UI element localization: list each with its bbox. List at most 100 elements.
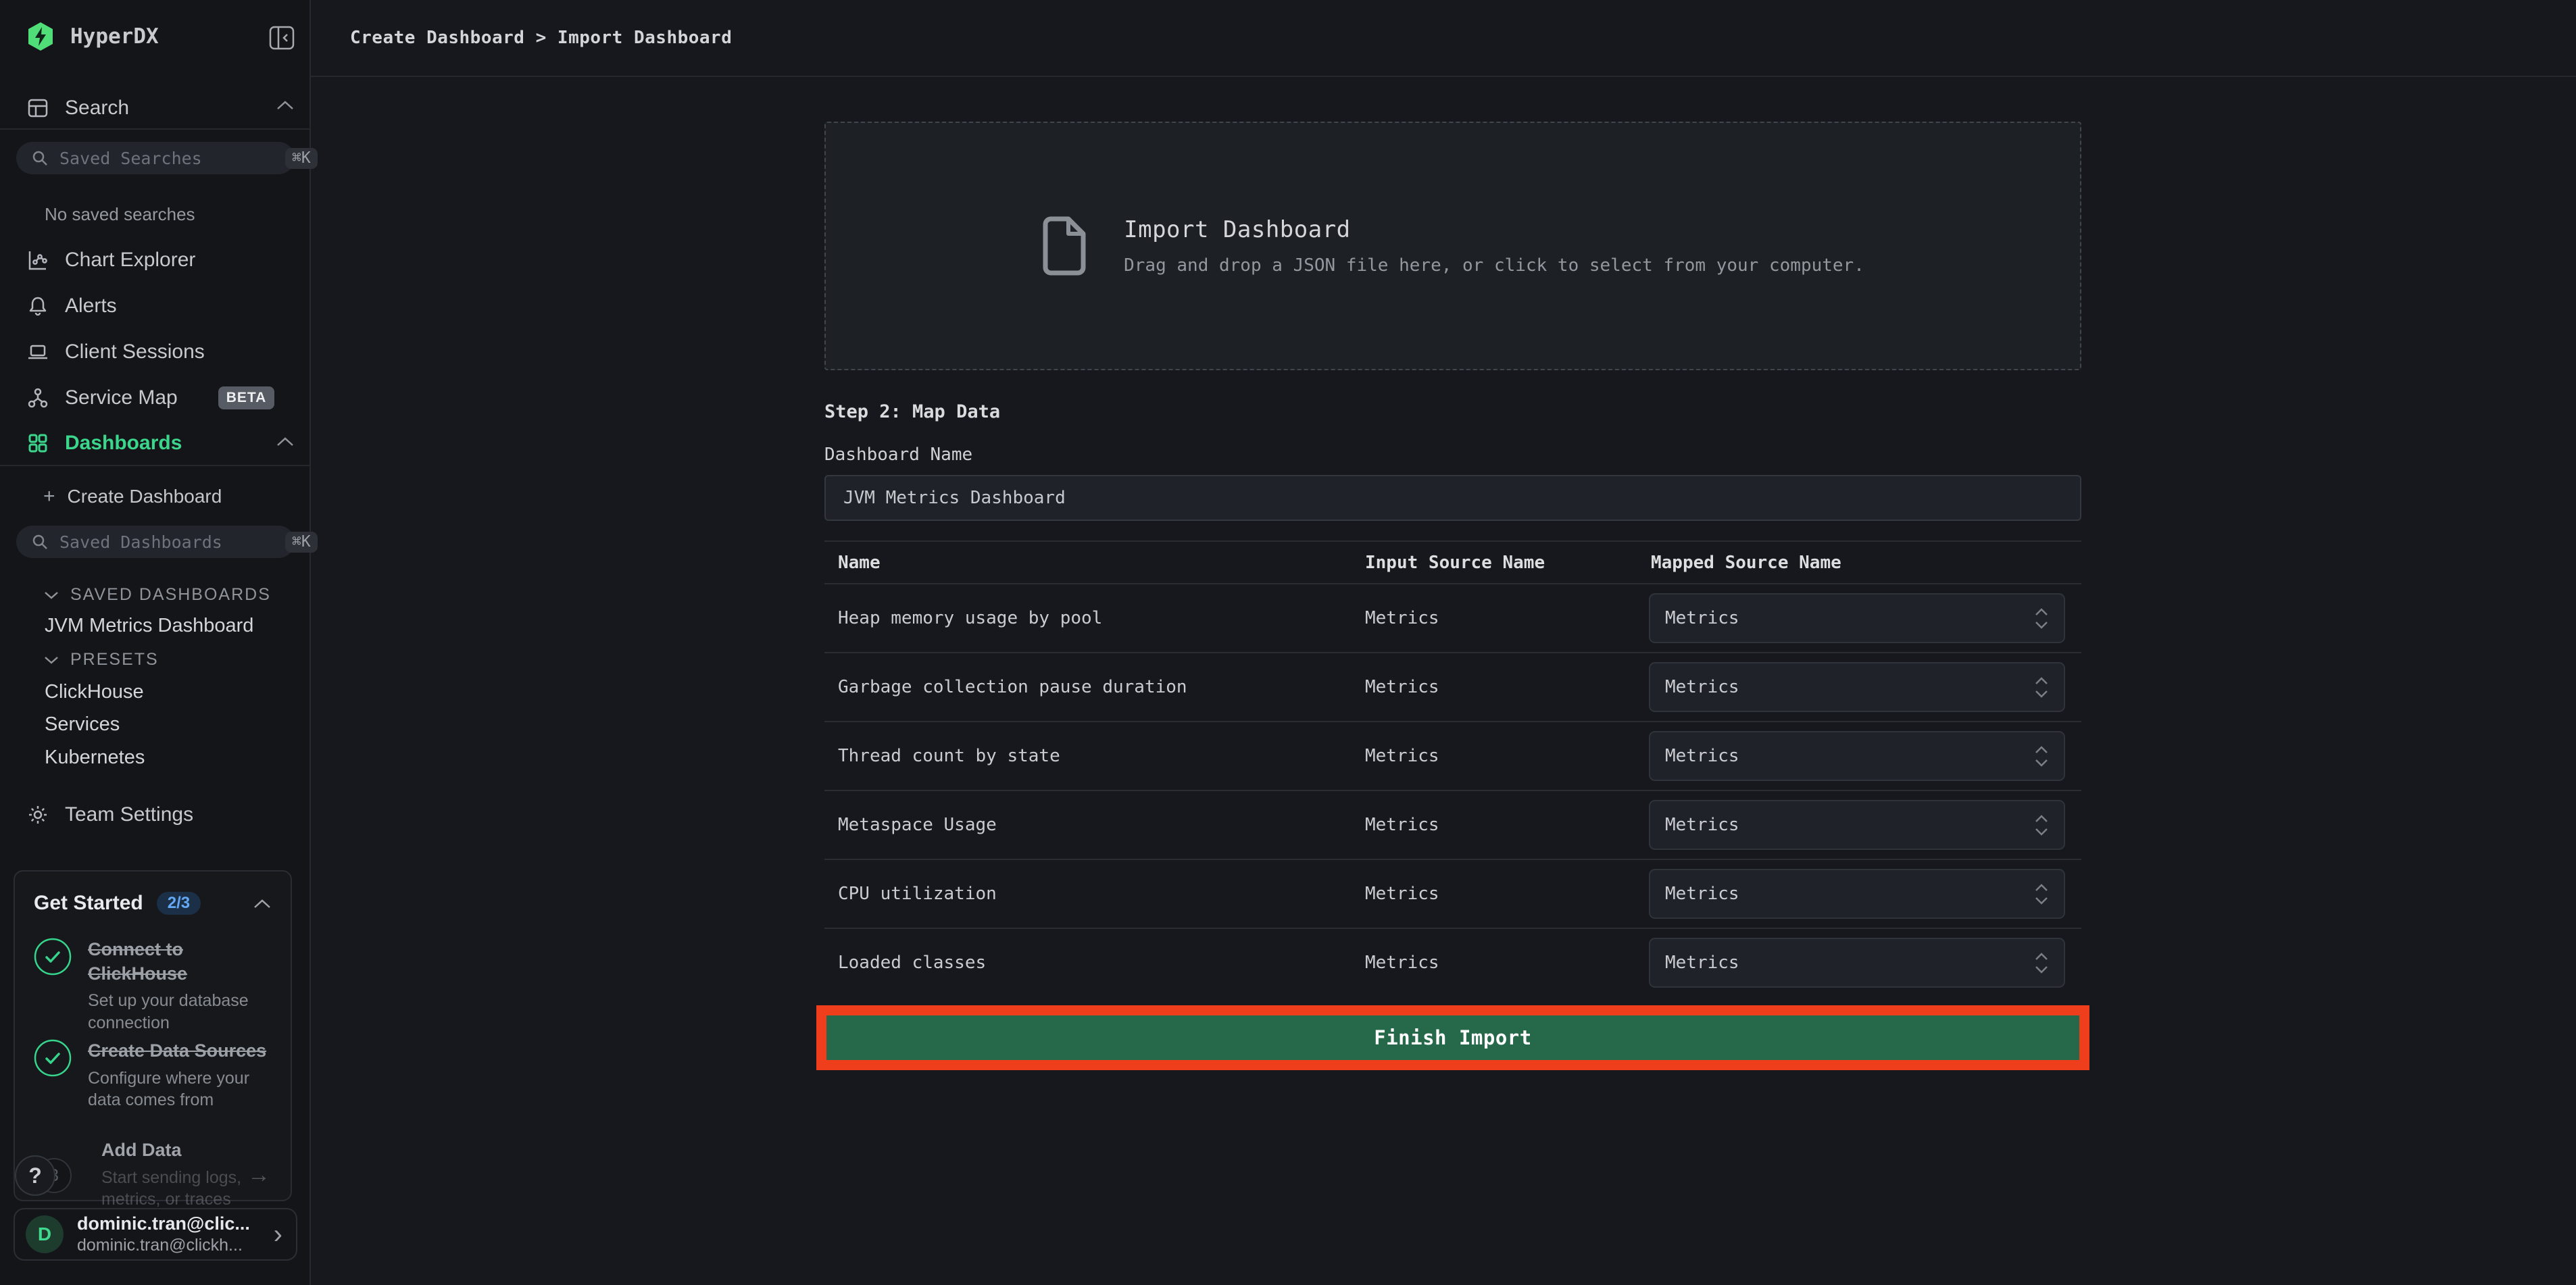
- chart-explorer-icon: [27, 249, 49, 271]
- user-email: dominic.tran@clickh...: [77, 1235, 250, 1255]
- dropzone-title: Import Dashboard: [1124, 216, 1864, 243]
- chevron-up-icon[interactable]: [253, 899, 272, 913]
- select-chevrons-icon: [2034, 608, 2049, 629]
- sidebar-item-clickhouse[interactable]: ClickHouse: [45, 681, 144, 703]
- saved-searches-search[interactable]: ⌘K: [16, 142, 295, 174]
- plus-icon: +: [43, 485, 55, 508]
- create-dashboard-button[interactable]: + Create Dashboard: [43, 485, 222, 508]
- gear-icon: [27, 804, 49, 826]
- no-saved-searches-text: No saved searches: [45, 204, 195, 225]
- presets-section[interactable]: PRESETS: [43, 650, 159, 670]
- service-map-icon: [27, 387, 49, 409]
- progress-badge: 2/3: [157, 892, 201, 915]
- select-chevrons-icon: [2034, 815, 2049, 836]
- check-circle-icon: [34, 1039, 72, 1077]
- breadcrumb[interactable]: Create Dashboard > Import Dashboard: [350, 28, 732, 48]
- sidebar-item-label: Service Map: [65, 386, 178, 409]
- arrow-right-icon: →: [247, 1162, 270, 1188]
- sidebar-item-team-settings[interactable]: Team Settings: [27, 799, 193, 830]
- section-label: PRESETS: [70, 650, 159, 670]
- dashboard-name-label: Dashboard Name: [824, 445, 972, 465]
- sidebar: HyperDX Search ⌘K: [0, 0, 311, 1285]
- get-started-step-connect[interactable]: Connect to ClickHouse Set up your databa…: [34, 938, 267, 1034]
- step-title: Connect to ClickHouse: [88, 938, 267, 986]
- saved-dashboards-search[interactable]: ⌘K: [16, 526, 295, 558]
- json-dropzone[interactable]: Import Dashboard Drag and drop a JSON fi…: [824, 122, 2081, 370]
- row-input-source: Metrics: [1365, 677, 1439, 697]
- mapped-source-select[interactable]: Metrics: [1649, 662, 2065, 712]
- sidebar-item-chart-explorer[interactable]: Chart Explorer: [27, 245, 195, 276]
- select-value: Metrics: [1665, 677, 1739, 697]
- mapped-source-select[interactable]: Metrics: [1649, 731, 2065, 781]
- sidebar-item-service-map[interactable]: Service Map BETA: [27, 382, 274, 413]
- select-value: Metrics: [1665, 884, 1739, 904]
- section-divider: [0, 465, 309, 466]
- row-name: CPU utilization: [838, 884, 997, 904]
- sidebar-item-jvm-metrics-dashboard[interactable]: JVM Metrics Dashboard: [45, 615, 253, 637]
- row-name: Heap memory usage by pool: [838, 608, 1102, 628]
- sidebar-item-kubernetes[interactable]: Kubernetes: [45, 747, 145, 769]
- column-header-mapped-source: Mapped Source Name: [1651, 553, 1841, 573]
- brand-row: HyperDX: [27, 19, 159, 54]
- row-input-source: Metrics: [1365, 608, 1439, 628]
- section-divider: [0, 128, 309, 130]
- shortcut-chip: ⌘K: [285, 532, 318, 553]
- sidebar-item-label: Search: [65, 97, 129, 120]
- sidebar-item-dashboards[interactable]: Dashboards: [27, 428, 182, 459]
- dashboards-grid-icon: [27, 432, 49, 454]
- mapped-source-select[interactable]: Metrics: [1649, 938, 2065, 988]
- step-description: Set up your database connection: [88, 990, 267, 1034]
- dropzone-subtitle: Drag and drop a JSON file here, or click…: [1124, 255, 1864, 276]
- help-button[interactable]: ?: [15, 1155, 55, 1196]
- table-border: [824, 790, 2081, 791]
- chevron-up-icon[interactable]: [276, 436, 295, 451]
- create-dashboard-label: Create Dashboard: [68, 486, 222, 507]
- user-menu[interactable]: D dominic.tran@clic... dominic.tran@clic…: [14, 1208, 297, 1261]
- select-chevrons-icon: [2034, 746, 2049, 767]
- mapped-source-select[interactable]: Metrics: [1649, 593, 2065, 643]
- section-label: SAVED DASHBOARDS: [70, 585, 271, 605]
- sidebar-collapse-icon[interactable]: [269, 26, 295, 53]
- saved-dashboards-section[interactable]: SAVED DASHBOARDS: [43, 585, 271, 605]
- chevron-down-icon: [43, 590, 59, 600]
- sidebar-item-client-sessions[interactable]: Client Sessions: [27, 336, 205, 368]
- column-header-input-source: Input Source Name: [1365, 553, 1545, 573]
- sidebar-item-services[interactable]: Services: [45, 713, 120, 736]
- step-title: Add Data: [101, 1138, 280, 1163]
- step-title: Create Data Sources: [88, 1039, 267, 1063]
- laptop-icon: [27, 341, 49, 363]
- sidebar-item-label: Chart Explorer: [65, 249, 195, 272]
- row-name: Loaded classes: [838, 953, 986, 973]
- table-border: [824, 859, 2081, 860]
- shortcut-chip: ⌘K: [285, 148, 318, 169]
- row-input-source: Metrics: [1365, 815, 1439, 835]
- select-value: Metrics: [1665, 608, 1739, 628]
- chevron-up-icon[interactable]: [276, 100, 295, 114]
- sidebar-item-search[interactable]: Search: [27, 91, 129, 125]
- dashboard-name-input[interactable]: [824, 475, 2081, 521]
- table-layout-icon: [27, 97, 49, 119]
- mapped-source-select[interactable]: Metrics: [1649, 869, 2065, 919]
- sidebar-item-label: Alerts: [65, 295, 117, 318]
- get-started-step-sources[interactable]: Create Data Sources Configure where your…: [34, 1039, 267, 1111]
- row-input-source: Metrics: [1365, 884, 1439, 904]
- finish-import-button[interactable]: Finish Import: [826, 1015, 2079, 1060]
- get-started-card: Get Started 2/3 Connect to ClickHouse Se…: [14, 870, 292, 1201]
- column-header-name: Name: [838, 553, 881, 573]
- sidebar-item-alerts[interactable]: Alerts: [27, 291, 117, 322]
- select-value: Metrics: [1665, 953, 1739, 973]
- brand-title: HyperDX: [70, 24, 159, 49]
- sidebar-item-label: Dashboards: [65, 432, 182, 455]
- sidebar-item-label: Team Settings: [65, 803, 193, 826]
- saved-searches-input[interactable]: [59, 149, 274, 168]
- select-chevrons-icon: [2034, 953, 2049, 974]
- search-icon: [31, 533, 49, 551]
- row-input-source: Metrics: [1365, 746, 1439, 766]
- mapped-source-select[interactable]: Metrics: [1649, 800, 2065, 850]
- avatar: D: [26, 1215, 64, 1253]
- search-icon: [31, 149, 49, 167]
- saved-dashboards-input[interactable]: [59, 532, 274, 552]
- bell-icon: [27, 295, 49, 317]
- table-border: [824, 583, 2081, 584]
- row-input-source: Metrics: [1365, 953, 1439, 973]
